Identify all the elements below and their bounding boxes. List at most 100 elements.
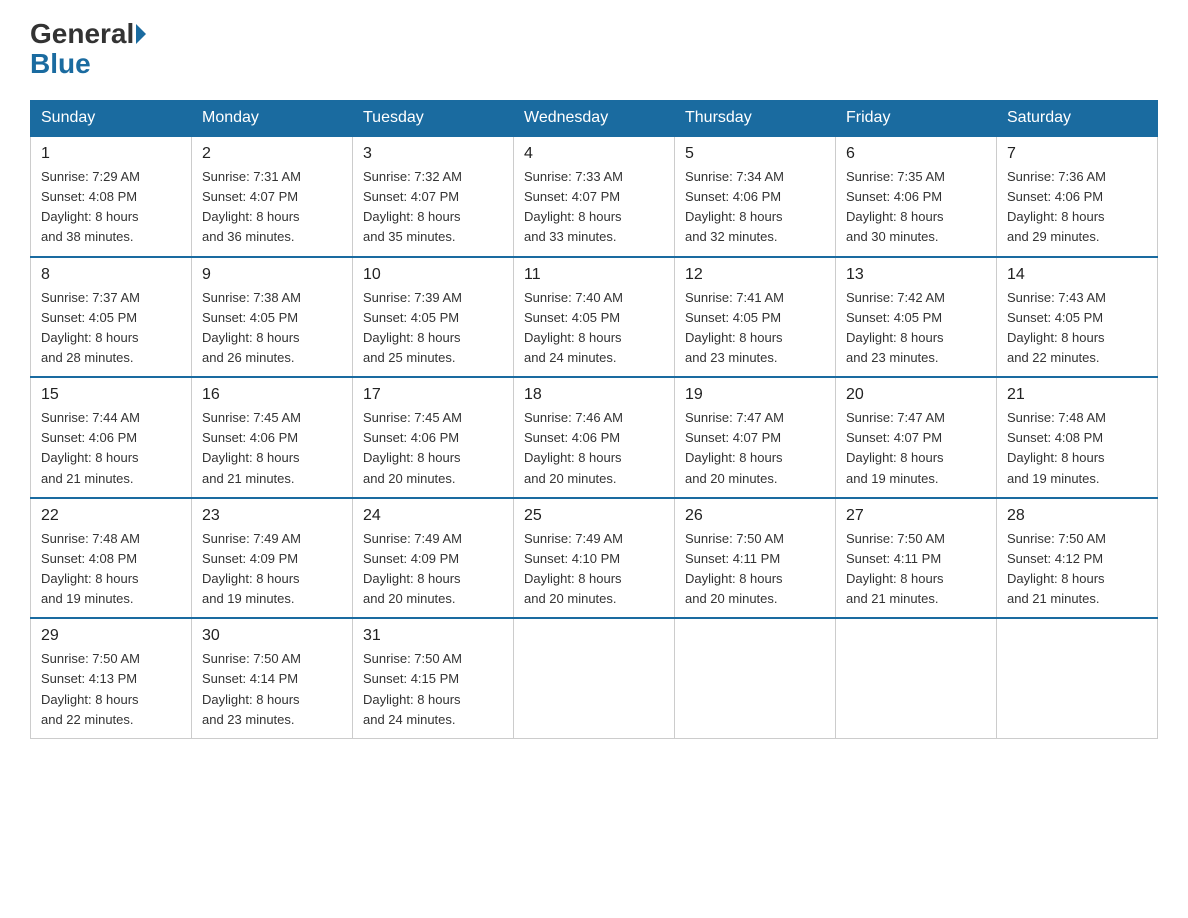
- header-row: SundayMondayTuesdayWednesdayThursdayFrid…: [31, 101, 1158, 137]
- day-number: 27: [846, 507, 986, 525]
- day-info: Sunrise: 7:50 AM Sunset: 4:11 PM Dayligh…: [846, 529, 986, 610]
- day-cell-16: 16 Sunrise: 7:45 AM Sunset: 4:06 PM Dayl…: [192, 377, 353, 498]
- day-info: Sunrise: 7:50 AM Sunset: 4:13 PM Dayligh…: [41, 649, 181, 730]
- day-number: 5: [685, 145, 825, 163]
- day-cell-7: 7 Sunrise: 7:36 AM Sunset: 4:06 PM Dayli…: [997, 136, 1158, 257]
- day-info: Sunrise: 7:37 AM Sunset: 4:05 PM Dayligh…: [41, 288, 181, 369]
- day-info: Sunrise: 7:48 AM Sunset: 4:08 PM Dayligh…: [41, 529, 181, 610]
- day-info: Sunrise: 7:42 AM Sunset: 4:05 PM Dayligh…: [846, 288, 986, 369]
- day-number: 22: [41, 507, 181, 525]
- day-number: 2: [202, 145, 342, 163]
- col-header-saturday: Saturday: [997, 101, 1158, 137]
- col-header-tuesday: Tuesday: [353, 101, 514, 137]
- day-cell-12: 12 Sunrise: 7:41 AM Sunset: 4:05 PM Dayl…: [675, 257, 836, 378]
- day-info: Sunrise: 7:48 AM Sunset: 4:08 PM Dayligh…: [1007, 408, 1147, 489]
- day-number: 23: [202, 507, 342, 525]
- day-cell-23: 23 Sunrise: 7:49 AM Sunset: 4:09 PM Dayl…: [192, 498, 353, 619]
- day-info: Sunrise: 7:44 AM Sunset: 4:06 PM Dayligh…: [41, 408, 181, 489]
- day-info: Sunrise: 7:49 AM Sunset: 4:09 PM Dayligh…: [363, 529, 503, 610]
- day-number: 6: [846, 145, 986, 163]
- day-cell-22: 22 Sunrise: 7:48 AM Sunset: 4:08 PM Dayl…: [31, 498, 192, 619]
- day-cell-30: 30 Sunrise: 7:50 AM Sunset: 4:14 PM Dayl…: [192, 618, 353, 738]
- day-number: 14: [1007, 266, 1147, 284]
- empty-cell: [514, 618, 675, 738]
- day-number: 26: [685, 507, 825, 525]
- empty-cell: [836, 618, 997, 738]
- day-cell-20: 20 Sunrise: 7:47 AM Sunset: 4:07 PM Dayl…: [836, 377, 997, 498]
- day-number: 15: [41, 386, 181, 404]
- day-cell-13: 13 Sunrise: 7:42 AM Sunset: 4:05 PM Dayl…: [836, 257, 997, 378]
- day-cell-5: 5 Sunrise: 7:34 AM Sunset: 4:06 PM Dayli…: [675, 136, 836, 257]
- col-header-monday: Monday: [192, 101, 353, 137]
- col-header-friday: Friday: [836, 101, 997, 137]
- day-number: 17: [363, 386, 503, 404]
- day-cell-28: 28 Sunrise: 7:50 AM Sunset: 4:12 PM Dayl…: [997, 498, 1158, 619]
- logo: General Blue: [30, 20, 148, 80]
- day-number: 24: [363, 507, 503, 525]
- day-info: Sunrise: 7:29 AM Sunset: 4:08 PM Dayligh…: [41, 167, 181, 248]
- week-row-5: 29 Sunrise: 7:50 AM Sunset: 4:13 PM Dayl…: [31, 618, 1158, 738]
- day-info: Sunrise: 7:50 AM Sunset: 4:11 PM Dayligh…: [685, 529, 825, 610]
- day-number: 13: [846, 266, 986, 284]
- day-cell-1: 1 Sunrise: 7:29 AM Sunset: 4:08 PM Dayli…: [31, 136, 192, 257]
- day-cell-8: 8 Sunrise: 7:37 AM Sunset: 4:05 PM Dayli…: [31, 257, 192, 378]
- week-row-2: 8 Sunrise: 7:37 AM Sunset: 4:05 PM Dayli…: [31, 257, 1158, 378]
- day-number: 8: [41, 266, 181, 284]
- day-info: Sunrise: 7:34 AM Sunset: 4:06 PM Dayligh…: [685, 167, 825, 248]
- day-cell-11: 11 Sunrise: 7:40 AM Sunset: 4:05 PM Dayl…: [514, 257, 675, 378]
- col-header-wednesday: Wednesday: [514, 101, 675, 137]
- day-info: Sunrise: 7:45 AM Sunset: 4:06 PM Dayligh…: [363, 408, 503, 489]
- day-cell-17: 17 Sunrise: 7:45 AM Sunset: 4:06 PM Dayl…: [353, 377, 514, 498]
- day-cell-4: 4 Sunrise: 7:33 AM Sunset: 4:07 PM Dayli…: [514, 136, 675, 257]
- day-cell-24: 24 Sunrise: 7:49 AM Sunset: 4:09 PM Dayl…: [353, 498, 514, 619]
- day-cell-3: 3 Sunrise: 7:32 AM Sunset: 4:07 PM Dayli…: [353, 136, 514, 257]
- day-number: 18: [524, 386, 664, 404]
- day-info: Sunrise: 7:45 AM Sunset: 4:06 PM Dayligh…: [202, 408, 342, 489]
- day-info: Sunrise: 7:50 AM Sunset: 4:12 PM Dayligh…: [1007, 529, 1147, 610]
- week-row-1: 1 Sunrise: 7:29 AM Sunset: 4:08 PM Dayli…: [31, 136, 1158, 257]
- day-info: Sunrise: 7:36 AM Sunset: 4:06 PM Dayligh…: [1007, 167, 1147, 248]
- day-info: Sunrise: 7:32 AM Sunset: 4:07 PM Dayligh…: [363, 167, 503, 248]
- day-cell-26: 26 Sunrise: 7:50 AM Sunset: 4:11 PM Dayl…: [675, 498, 836, 619]
- day-number: 10: [363, 266, 503, 284]
- day-info: Sunrise: 7:35 AM Sunset: 4:06 PM Dayligh…: [846, 167, 986, 248]
- day-number: 28: [1007, 507, 1147, 525]
- day-number: 30: [202, 627, 342, 645]
- empty-cell: [997, 618, 1158, 738]
- day-cell-6: 6 Sunrise: 7:35 AM Sunset: 4:06 PM Dayli…: [836, 136, 997, 257]
- week-row-3: 15 Sunrise: 7:44 AM Sunset: 4:06 PM Dayl…: [31, 377, 1158, 498]
- day-info: Sunrise: 7:40 AM Sunset: 4:05 PM Dayligh…: [524, 288, 664, 369]
- day-info: Sunrise: 7:47 AM Sunset: 4:07 PM Dayligh…: [685, 408, 825, 489]
- col-header-thursday: Thursday: [675, 101, 836, 137]
- day-number: 19: [685, 386, 825, 404]
- day-number: 1: [41, 145, 181, 163]
- day-cell-29: 29 Sunrise: 7:50 AM Sunset: 4:13 PM Dayl…: [31, 618, 192, 738]
- day-info: Sunrise: 7:49 AM Sunset: 4:10 PM Dayligh…: [524, 529, 664, 610]
- day-number: 16: [202, 386, 342, 404]
- day-info: Sunrise: 7:50 AM Sunset: 4:14 PM Dayligh…: [202, 649, 342, 730]
- day-info: Sunrise: 7:47 AM Sunset: 4:07 PM Dayligh…: [846, 408, 986, 489]
- day-info: Sunrise: 7:50 AM Sunset: 4:15 PM Dayligh…: [363, 649, 503, 730]
- calendar-table: SundayMondayTuesdayWednesdayThursdayFrid…: [30, 100, 1158, 739]
- day-cell-15: 15 Sunrise: 7:44 AM Sunset: 4:06 PM Dayl…: [31, 377, 192, 498]
- day-number: 3: [363, 145, 503, 163]
- day-info: Sunrise: 7:43 AM Sunset: 4:05 PM Dayligh…: [1007, 288, 1147, 369]
- day-info: Sunrise: 7:33 AM Sunset: 4:07 PM Dayligh…: [524, 167, 664, 248]
- day-cell-18: 18 Sunrise: 7:46 AM Sunset: 4:06 PM Dayl…: [514, 377, 675, 498]
- day-cell-2: 2 Sunrise: 7:31 AM Sunset: 4:07 PM Dayli…: [192, 136, 353, 257]
- logo-arrow-icon: [136, 24, 146, 44]
- day-info: Sunrise: 7:38 AM Sunset: 4:05 PM Dayligh…: [202, 288, 342, 369]
- day-number: 31: [363, 627, 503, 645]
- day-cell-27: 27 Sunrise: 7:50 AM Sunset: 4:11 PM Dayl…: [836, 498, 997, 619]
- empty-cell: [675, 618, 836, 738]
- col-header-sunday: Sunday: [31, 101, 192, 137]
- day-cell-10: 10 Sunrise: 7:39 AM Sunset: 4:05 PM Dayl…: [353, 257, 514, 378]
- day-number: 20: [846, 386, 986, 404]
- day-info: Sunrise: 7:46 AM Sunset: 4:06 PM Dayligh…: [524, 408, 664, 489]
- day-info: Sunrise: 7:39 AM Sunset: 4:05 PM Dayligh…: [363, 288, 503, 369]
- logo-general: General: [30, 20, 134, 48]
- day-cell-14: 14 Sunrise: 7:43 AM Sunset: 4:05 PM Dayl…: [997, 257, 1158, 378]
- day-cell-19: 19 Sunrise: 7:47 AM Sunset: 4:07 PM Dayl…: [675, 377, 836, 498]
- day-number: 11: [524, 266, 664, 284]
- day-cell-31: 31 Sunrise: 7:50 AM Sunset: 4:15 PM Dayl…: [353, 618, 514, 738]
